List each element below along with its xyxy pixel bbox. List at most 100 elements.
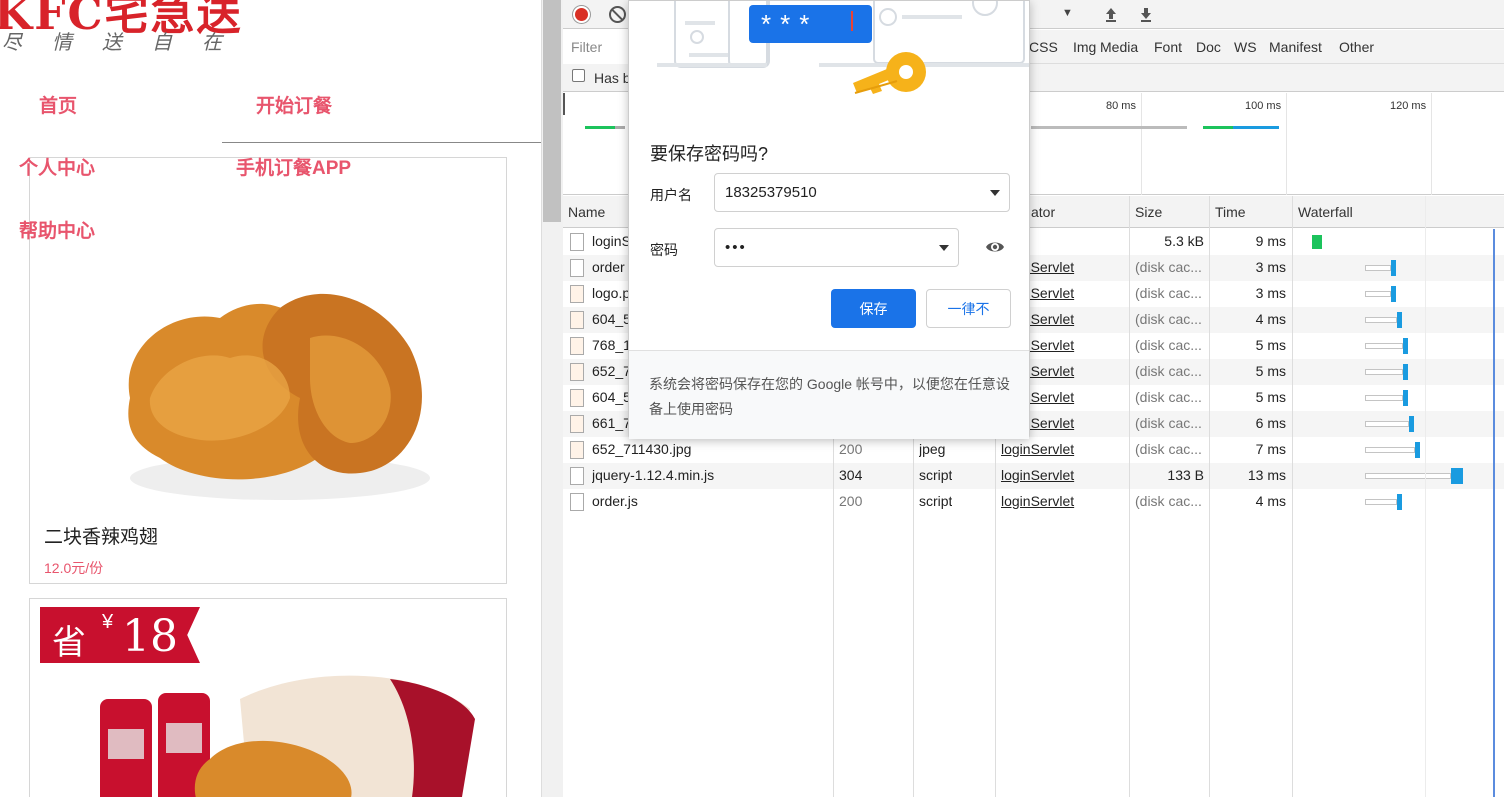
request-initiator[interactable]: loginServlet bbox=[1001, 493, 1126, 509]
request-size: (disk cac... bbox=[1135, 389, 1202, 405]
product-card[interactable]: 二块香辣鸡翅 12.0元/份 bbox=[29, 157, 507, 584]
request-time: 9 ms bbox=[1255, 233, 1286, 249]
save-button[interactable]: 保存 bbox=[831, 289, 916, 328]
nav-help-center[interactable]: 帮助中心 bbox=[19, 216, 95, 243]
nav-personal-center[interactable]: 个人中心 bbox=[19, 153, 95, 180]
request-time: 5 ms bbox=[1255, 389, 1286, 405]
waterfall-bar bbox=[1408, 416, 1414, 432]
type-filter-css[interactable]: CSS bbox=[1029, 39, 1058, 55]
table-row[interactable]: 652_711430.jpg 200 jpeg loginServlet (disk c… bbox=[563, 437, 1504, 463]
export-har-icon[interactable] bbox=[1138, 6, 1154, 22]
request-status: 200 bbox=[839, 441, 863, 457]
waterfall-bar bbox=[1390, 260, 1396, 276]
request-type: script bbox=[919, 467, 953, 483]
product-card[interactable]: 省 ¥ 18 bbox=[29, 598, 507, 797]
promo-prefix: 省 bbox=[52, 624, 86, 662]
promo-amount: 18 bbox=[122, 611, 178, 662]
overview-tick: 120 ms bbox=[1390, 100, 1427, 112]
request-type: jpeg bbox=[919, 441, 946, 457]
waterfall-queue-line bbox=[1364, 447, 1415, 453]
request-size: (disk cac... bbox=[1135, 493, 1202, 509]
clear-icon[interactable] bbox=[609, 6, 626, 23]
waterfall-bar bbox=[1311, 235, 1322, 249]
type-filter-img[interactable]: Img bbox=[1073, 39, 1096, 55]
request-status: 304 bbox=[839, 467, 863, 483]
request-time: 7 ms bbox=[1255, 441, 1286, 457]
promo-badge: 省 ¥ 18 bbox=[40, 607, 200, 663]
page-scrollbar[interactable] bbox=[541, 0, 563, 797]
waterfall-load-marker bbox=[1493, 229, 1495, 797]
import-har-icon[interactable] bbox=[1103, 6, 1119, 22]
table-row[interactable]: order.js 200 script loginServlet (disk cac..… bbox=[563, 489, 1504, 515]
page-scrollbar-thumb[interactable] bbox=[543, 0, 561, 222]
type-filter-media[interactable]: Media bbox=[1100, 39, 1138, 55]
save-password-dialog: *** 要保存密码吗? 用户名 18325379510 密码 ••• 保存 一律… bbox=[628, 0, 1030, 439]
file-icon bbox=[570, 233, 584, 251]
request-time: 4 ms bbox=[1255, 493, 1286, 509]
username-value: 18325379510 bbox=[725, 184, 817, 201]
request-type: script bbox=[919, 493, 953, 509]
request-name[interactable]: 652_711430.jpg bbox=[592, 441, 830, 457]
request-initiator[interactable]: loginServlet bbox=[1001, 441, 1126, 457]
file-icon bbox=[570, 493, 584, 511]
file-icon bbox=[570, 363, 584, 381]
slogan: 尽情送自在 bbox=[2, 30, 252, 54]
chevron-down-icon bbox=[939, 245, 949, 251]
request-name[interactable]: jquery-1.12.4.min.js bbox=[592, 467, 830, 483]
file-icon bbox=[570, 311, 584, 329]
col-time[interactable]: Time bbox=[1215, 204, 1246, 220]
overview-bar bbox=[1233, 126, 1279, 129]
waterfall-queue-line bbox=[1364, 369, 1403, 375]
request-time: 3 ms bbox=[1255, 285, 1286, 301]
nav-home[interactable]: 首页 bbox=[39, 91, 77, 118]
product-name[interactable]: 二块香辣鸡翅 bbox=[44, 522, 158, 549]
request-time: 5 ms bbox=[1255, 363, 1286, 379]
bucket-meal-image bbox=[100, 675, 475, 797]
request-size: (disk cac... bbox=[1135, 415, 1202, 431]
col-waterfall[interactable]: Waterfall bbox=[1298, 204, 1353, 220]
record-icon[interactable] bbox=[573, 6, 590, 23]
type-filter-ws[interactable]: WS bbox=[1234, 39, 1257, 55]
type-filter-manifest[interactable]: Manifest bbox=[1269, 39, 1322, 55]
username-select[interactable]: 18325379510 bbox=[714, 173, 1010, 212]
type-filter-doc[interactable]: Doc bbox=[1196, 39, 1221, 55]
waterfall-bar bbox=[1414, 442, 1420, 458]
password-select[interactable]: ••• bbox=[714, 228, 959, 267]
overview-gridline bbox=[1141, 93, 1142, 195]
overview-marker bbox=[563, 93, 565, 115]
waterfall-queue-line bbox=[1364, 499, 1397, 505]
chevron-down-icon bbox=[990, 190, 1000, 196]
nav-start-order[interactable]: 开始订餐 bbox=[256, 91, 332, 118]
column-divider bbox=[1292, 196, 1293, 797]
never-button[interactable]: 一律不 bbox=[926, 289, 1011, 328]
eye-icon[interactable] bbox=[985, 240, 1005, 254]
nav-mobile-app[interactable]: 手机订餐APP bbox=[236, 153, 351, 180]
blocked-cookies-checkbox[interactable] bbox=[572, 69, 585, 82]
table-row[interactable]: jquery-1.12.4.min.js 304 script loginServle… bbox=[563, 463, 1504, 489]
overview-bar bbox=[585, 126, 615, 129]
waterfall-queue-line bbox=[1364, 291, 1391, 297]
request-size: (disk cac... bbox=[1135, 285, 1202, 301]
request-name[interactable]: order.js bbox=[592, 493, 830, 509]
password-value: ••• bbox=[725, 239, 747, 256]
request-size: 133 B bbox=[1167, 467, 1204, 483]
waterfall-queue-line bbox=[1364, 395, 1403, 401]
file-icon bbox=[570, 337, 584, 355]
col-size[interactable]: Size bbox=[1135, 204, 1162, 220]
request-size: (disk cac... bbox=[1135, 337, 1202, 353]
overview-bar bbox=[1203, 126, 1233, 129]
nav-divider bbox=[228, 142, 541, 143]
dialog-footer: 系统会将密码保存在您的 Google 帐号中，以便您在任意设备上使用密码 bbox=[629, 350, 1029, 439]
waterfall-bar bbox=[1396, 312, 1402, 328]
product-price: 12.0元/份 bbox=[44, 560, 104, 576]
dialog-title: 要保存密码吗? bbox=[650, 144, 769, 164]
request-initiator[interactable]: loginServlet bbox=[1001, 467, 1126, 483]
type-filter-other[interactable]: Other bbox=[1339, 39, 1374, 55]
type-filter-font[interactable]: Font bbox=[1154, 39, 1182, 55]
col-name[interactable]: Name bbox=[568, 204, 605, 220]
column-divider bbox=[1129, 196, 1130, 797]
request-time: 13 ms bbox=[1247, 467, 1286, 483]
col-initiator[interactable]: ator bbox=[1031, 204, 1055, 220]
throttle-dropdown-icon[interactable]: ▼ bbox=[1062, 7, 1073, 19]
waterfall-queue-line bbox=[1364, 473, 1451, 479]
